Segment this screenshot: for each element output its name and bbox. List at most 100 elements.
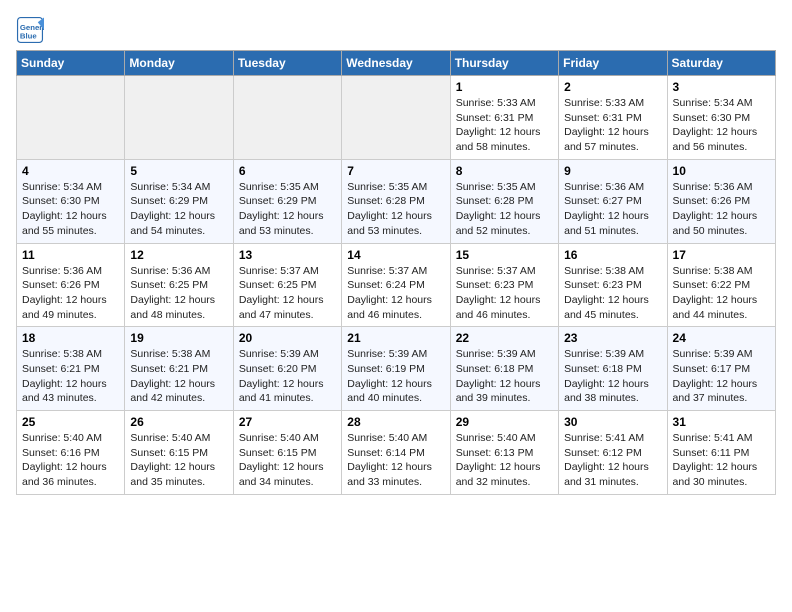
- week-row-4: 18 Sunrise: 5:38 AM Sunset: 6:21 PM Dayli…: [17, 327, 776, 411]
- day-cell: 15 Sunrise: 5:37 AM Sunset: 6:23 PM Dayli…: [450, 243, 558, 327]
- day-info: Sunrise: 5:41 AM Sunset: 6:12 PM Dayligh…: [564, 431, 661, 490]
- day-number: 24: [673, 331, 770, 345]
- day-number: 18: [22, 331, 119, 345]
- day-info: Sunrise: 5:33 AM Sunset: 6:31 PM Dayligh…: [456, 96, 553, 155]
- day-cell: 18 Sunrise: 5:38 AM Sunset: 6:21 PM Dayli…: [17, 327, 125, 411]
- day-number: 4: [22, 164, 119, 178]
- day-cell: 20 Sunrise: 5:39 AM Sunset: 6:20 PM Dayli…: [233, 327, 341, 411]
- calendar: SundayMondayTuesdayWednesdayThursdayFrid…: [16, 50, 776, 495]
- day-cell: 1 Sunrise: 5:33 AM Sunset: 6:31 PM Daylig…: [450, 76, 558, 160]
- day-number: 14: [347, 248, 444, 262]
- day-cell: 30 Sunrise: 5:41 AM Sunset: 6:12 PM Dayli…: [559, 411, 667, 495]
- week-row-3: 11 Sunrise: 5:36 AM Sunset: 6:26 PM Dayli…: [17, 243, 776, 327]
- day-info: Sunrise: 5:38 AM Sunset: 6:22 PM Dayligh…: [673, 264, 770, 323]
- day-number: 23: [564, 331, 661, 345]
- day-number: 30: [564, 415, 661, 429]
- day-info: Sunrise: 5:40 AM Sunset: 6:16 PM Dayligh…: [22, 431, 119, 490]
- day-info: Sunrise: 5:34 AM Sunset: 6:30 PM Dayligh…: [22, 180, 119, 239]
- day-number: 2: [564, 80, 661, 94]
- day-cell: 11 Sunrise: 5:36 AM Sunset: 6:26 PM Dayli…: [17, 243, 125, 327]
- day-number: 21: [347, 331, 444, 345]
- day-info: Sunrise: 5:41 AM Sunset: 6:11 PM Dayligh…: [673, 431, 770, 490]
- day-cell: 28 Sunrise: 5:40 AM Sunset: 6:14 PM Dayli…: [342, 411, 450, 495]
- day-number: 31: [673, 415, 770, 429]
- weekday-header-thursday: Thursday: [450, 51, 558, 76]
- day-cell: 25 Sunrise: 5:40 AM Sunset: 6:16 PM Dayli…: [17, 411, 125, 495]
- day-cell: 21Sunrise: 5:39 AM Sunset: 6:19 PM Dayli…: [342, 327, 450, 411]
- day-cell: 29 Sunrise: 5:40 AM Sunset: 6:13 PM Dayli…: [450, 411, 558, 495]
- day-cell: 19Sunrise: 5:38 AM Sunset: 6:21 PM Dayli…: [125, 327, 233, 411]
- day-number: 28: [347, 415, 444, 429]
- logo-icon: General Blue: [16, 16, 44, 44]
- day-number: 1: [456, 80, 553, 94]
- day-info: Sunrise: 5:36 AM Sunset: 6:25 PM Dayligh…: [130, 264, 227, 323]
- day-info: Sunrise: 5:40 AM Sunset: 6:15 PM Dayligh…: [130, 431, 227, 490]
- day-info: Sunrise: 5:36 AM Sunset: 6:26 PM Dayligh…: [673, 180, 770, 239]
- day-cell: 4 Sunrise: 5:34 AM Sunset: 6:30 PM Daylig…: [17, 159, 125, 243]
- day-cell: [17, 76, 125, 160]
- logo: General Blue: [16, 16, 44, 44]
- day-number: 8: [456, 164, 553, 178]
- day-number: 26: [130, 415, 227, 429]
- day-cell: 5 Sunrise: 5:34 AM Sunset: 6:29 PM Daylig…: [125, 159, 233, 243]
- day-number: 17: [673, 248, 770, 262]
- day-cell: 7 Sunrise: 5:35 AM Sunset: 6:28 PM Daylig…: [342, 159, 450, 243]
- day-number: 29: [456, 415, 553, 429]
- day-cell: 12 Sunrise: 5:36 AM Sunset: 6:25 PM Dayli…: [125, 243, 233, 327]
- weekday-header-saturday: Saturday: [667, 51, 775, 76]
- day-info: Sunrise: 5:34 AM Sunset: 6:30 PM Dayligh…: [673, 96, 770, 155]
- header: General Blue: [16, 16, 776, 44]
- day-info: Sunrise: 5:36 AM Sunset: 6:26 PM Dayligh…: [22, 264, 119, 323]
- day-number: 11: [22, 248, 119, 262]
- day-info: Sunrise: 5:37 AM Sunset: 6:23 PM Dayligh…: [456, 264, 553, 323]
- day-cell: [233, 76, 341, 160]
- svg-text:Blue: Blue: [20, 32, 38, 41]
- day-cell: 6 Sunrise: 5:35 AM Sunset: 6:29 PM Daylig…: [233, 159, 341, 243]
- day-info: Sunrise: 5:39 AM Sunset: 6:20 PM Dayligh…: [239, 347, 336, 406]
- day-info: Sunrise: 5:39 AM Sunset: 6:18 PM Dayligh…: [456, 347, 553, 406]
- day-info: Sunrise: 5:34 AM Sunset: 6:29 PM Dayligh…: [130, 180, 227, 239]
- day-number: 5: [130, 164, 227, 178]
- day-cell: 10Sunrise: 5:36 AM Sunset: 6:26 PM Dayli…: [667, 159, 775, 243]
- day-info: Sunrise: 5:38 AM Sunset: 6:23 PM Dayligh…: [564, 264, 661, 323]
- day-cell: 8 Sunrise: 5:35 AM Sunset: 6:28 PM Daylig…: [450, 159, 558, 243]
- weekday-header-wednesday: Wednesday: [342, 51, 450, 76]
- day-number: 9: [564, 164, 661, 178]
- day-number: 3: [673, 80, 770, 94]
- week-row-5: 25 Sunrise: 5:40 AM Sunset: 6:16 PM Dayli…: [17, 411, 776, 495]
- day-info: Sunrise: 5:37 AM Sunset: 6:25 PM Dayligh…: [239, 264, 336, 323]
- day-info: Sunrise: 5:40 AM Sunset: 6:15 PM Dayligh…: [239, 431, 336, 490]
- day-info: Sunrise: 5:40 AM Sunset: 6:14 PM Dayligh…: [347, 431, 444, 490]
- day-info: Sunrise: 5:35 AM Sunset: 6:29 PM Dayligh…: [239, 180, 336, 239]
- day-info: Sunrise: 5:38 AM Sunset: 6:21 PM Dayligh…: [22, 347, 119, 406]
- day-cell: 31 Sunrise: 5:41 AM Sunset: 6:11 PM Dayli…: [667, 411, 775, 495]
- day-info: Sunrise: 5:40 AM Sunset: 6:13 PM Dayligh…: [456, 431, 553, 490]
- day-cell: 13 Sunrise: 5:37 AM Sunset: 6:25 PM Dayli…: [233, 243, 341, 327]
- day-info: Sunrise: 5:35 AM Sunset: 6:28 PM Dayligh…: [347, 180, 444, 239]
- day-info: Sunrise: 5:33 AM Sunset: 6:31 PM Dayligh…: [564, 96, 661, 155]
- weekday-header-monday: Monday: [125, 51, 233, 76]
- day-cell: 22 Sunrise: 5:39 AM Sunset: 6:18 PM Dayli…: [450, 327, 558, 411]
- day-number: 7: [347, 164, 444, 178]
- day-number: 13: [239, 248, 336, 262]
- day-cell: 3 Sunrise: 5:34 AM Sunset: 6:30 PM Daylig…: [667, 76, 775, 160]
- day-number: 6: [239, 164, 336, 178]
- weekday-header-sunday: Sunday: [17, 51, 125, 76]
- day-number: 12: [130, 248, 227, 262]
- day-number: 16: [564, 248, 661, 262]
- day-cell: 2 Sunrise: 5:33 AM Sunset: 6:31 PM Daylig…: [559, 76, 667, 160]
- day-cell: 14Sunrise: 5:37 AM Sunset: 6:24 PM Dayli…: [342, 243, 450, 327]
- day-number: 25: [22, 415, 119, 429]
- day-cell: 27Sunrise: 5:40 AM Sunset: 6:15 PM Dayli…: [233, 411, 341, 495]
- day-info: Sunrise: 5:39 AM Sunset: 6:18 PM Dayligh…: [564, 347, 661, 406]
- day-cell: 17 Sunrise: 5:38 AM Sunset: 6:22 PM Dayli…: [667, 243, 775, 327]
- weekday-header-friday: Friday: [559, 51, 667, 76]
- day-number: 15: [456, 248, 553, 262]
- day-cell: 23 Sunrise: 5:39 AM Sunset: 6:18 PM Dayli…: [559, 327, 667, 411]
- day-number: 20: [239, 331, 336, 345]
- weekday-header-row: SundayMondayTuesdayWednesdayThursdayFrid…: [17, 51, 776, 76]
- weekday-header-tuesday: Tuesday: [233, 51, 341, 76]
- day-number: 22: [456, 331, 553, 345]
- day-info: Sunrise: 5:35 AM Sunset: 6:28 PM Dayligh…: [456, 180, 553, 239]
- day-number: 19: [130, 331, 227, 345]
